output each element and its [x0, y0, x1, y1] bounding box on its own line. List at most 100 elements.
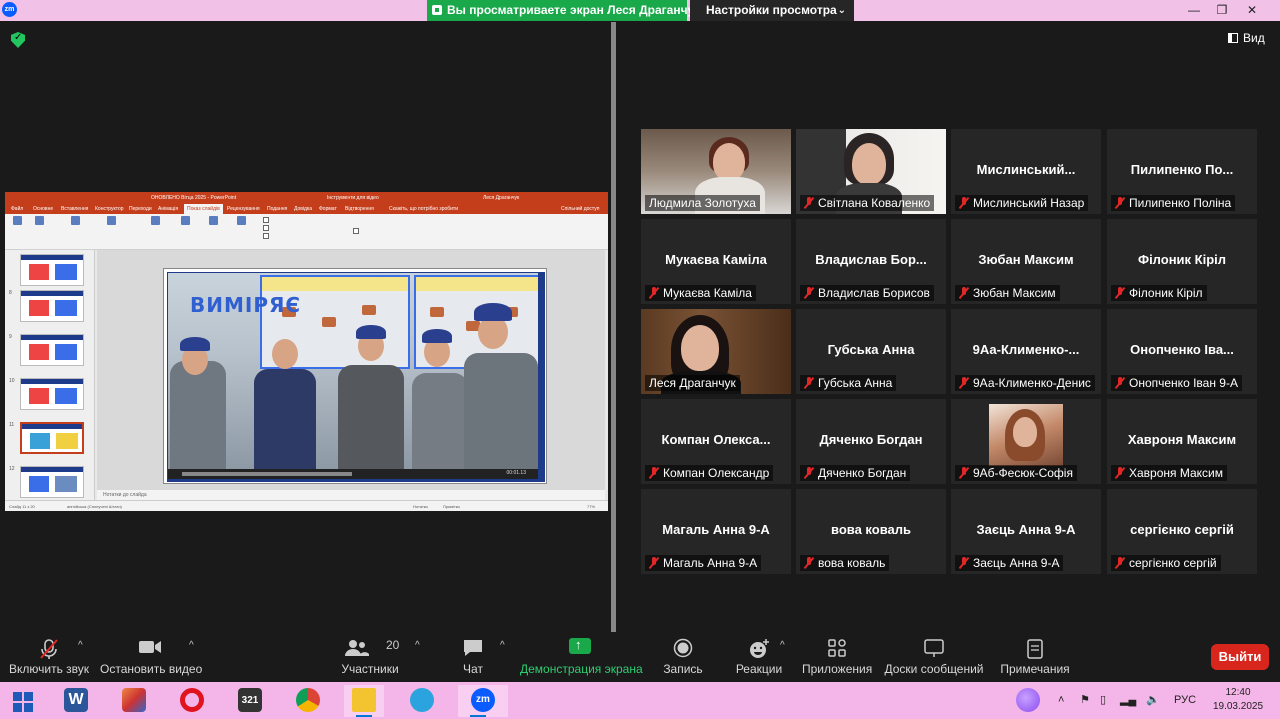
ppt-user: Леся Драганчук [483, 195, 520, 201]
thumb-image [29, 476, 49, 492]
taskbar-telegram[interactable] [402, 685, 442, 717]
participant-name-text: Мислинський Назар [973, 196, 1085, 210]
participant-tile[interactable]: Пилипенко По... Пилипенко Поліна [1107, 129, 1257, 214]
ribbon-icon [208, 216, 218, 225]
taskbar-media-player[interactable]: 321 [230, 685, 270, 717]
split-view-divider[interactable] [611, 22, 616, 632]
taskbar-opera[interactable] [172, 685, 212, 717]
participant-display-name: Зюбан Максим [978, 252, 1074, 267]
taskbar-paint[interactable] [114, 685, 154, 717]
tray-chevron-icon[interactable]: ˄ [1058, 682, 1064, 719]
apps-button[interactable]: Приложения [802, 632, 872, 682]
participant-tile[interactable]: Мукаєва Каміла Мукаєва Каміла [641, 219, 791, 304]
start-button[interactable] [2, 685, 42, 717]
audio-options-chevron-icon[interactable]: ^ [78, 640, 83, 651]
ribbon-icon [12, 216, 22, 225]
thumb-number: 9 [9, 334, 12, 340]
participant-tile[interactable]: Магаль Анна 9-А Магаль Анна 9-А [641, 489, 791, 574]
participant-display-name: 9Аа-Клименко-... [972, 342, 1080, 357]
slide-thumbnail [20, 334, 84, 366]
tray-battery-icon[interactable]: ▯ [1100, 682, 1106, 719]
participant-tile[interactable]: Заєць Анна 9-А Заєць Анна 9-А [951, 489, 1101, 574]
ribbon-button [231, 216, 251, 226]
thumb-header [22, 424, 82, 429]
whiteboards-button[interactable]: Доски сообщений [884, 632, 984, 682]
participants-options-chevron-icon[interactable]: ^ [415, 640, 420, 651]
participant-tile[interactable]: Мислинський... Мислинський Назар [951, 129, 1101, 214]
system-clock[interactable]: 12:40 19.03.2025 [1210, 686, 1266, 714]
record-button[interactable]: Запись [656, 632, 710, 682]
current-slide: ВИМІРЯЄ 00:01.13 [163, 268, 547, 484]
share-screen-button[interactable]: Демонстрация экрана [520, 632, 643, 682]
participant-tile[interactable]: Зюбан Максим Зюбан Максим [951, 219, 1101, 304]
notes-button[interactable]: Примечания [1000, 632, 1070, 682]
person-cap [356, 325, 386, 339]
taskbar-file-explorer[interactable] [344, 685, 384, 717]
leave-meeting-button[interactable]: Выйти [1211, 644, 1269, 670]
muted-mic-icon [1115, 557, 1125, 569]
reactions-options-chevron-icon[interactable]: ^ [780, 640, 785, 651]
security-shield-icon[interactable] [11, 32, 25, 48]
participant-tile[interactable]: Дяченко Богдан Дяченко Богдан [796, 399, 946, 484]
participants-button[interactable]: 20 Участники [338, 632, 402, 682]
minimize-button[interactable]: — [1180, 0, 1208, 21]
thumb-image [55, 344, 77, 360]
participant-tile[interactable]: Хавроня Максим Хавроня Максим [1107, 399, 1257, 484]
person-cap [422, 329, 452, 343]
chat-button[interactable]: Чат [446, 632, 500, 682]
muted-mic-icon [1115, 197, 1125, 209]
participant-tile[interactable]: Владислав Бор... Владислав Борисов [796, 219, 946, 304]
participant-tile[interactable]: Компан Олекса... Компан Олександр [641, 399, 791, 484]
thumb-image [55, 264, 77, 280]
ppt-status-zoom: 77% [587, 504, 596, 509]
keyboard-language[interactable]: РУС [1174, 682, 1196, 719]
ppt-menu-bar: Файл Основне Вставлення Конструктор Пере… [5, 204, 608, 214]
ppt-tools-tab: Інструменти для відео [327, 195, 379, 201]
slide-thumbnail [20, 290, 84, 322]
chat-options-chevron-icon[interactable]: ^ [500, 640, 505, 651]
stop-video-button[interactable]: Остановить видео [100, 632, 202, 682]
participant-display-name: Владислав Бор... [815, 252, 927, 267]
participant-name-text: Губська Анна [818, 376, 893, 390]
muted-mic-icon [804, 467, 814, 479]
reactions-button[interactable]: Реакции [732, 632, 786, 682]
participant-display-name: Пилипенко По... [1130, 162, 1234, 177]
taskbar-chrome[interactable] [288, 685, 328, 717]
video-options-chevron-icon[interactable]: ^ [189, 640, 194, 651]
whiteboards-label: Доски сообщений [884, 662, 984, 676]
participant-name-label: вова коваль [800, 555, 890, 571]
participant-tile[interactable]: 9Аб-Фесюк-Софія [951, 399, 1101, 484]
thumb-image [29, 344, 49, 360]
tray-network-icon[interactable]: ▂▄ [1120, 682, 1136, 719]
taskbar-assistant[interactable] [1008, 685, 1048, 717]
tray-flag-icon[interactable]: ⚑ [1080, 682, 1090, 719]
participant-tile[interactable]: 9Аа-Клименко-... 9Аа-Клименко-Денис [951, 309, 1101, 394]
ppt-status-notes: Нотатки [413, 504, 428, 509]
ppt-menu-item: Рецензування [227, 206, 260, 212]
taskbar-word[interactable]: W [56, 685, 96, 717]
muted-mic-icon [959, 557, 969, 569]
participant-tile[interactable]: Губська Анна Губська Анна [796, 309, 946, 394]
close-button[interactable]: ✕ [1238, 0, 1266, 21]
view-button[interactable]: Вид [1228, 31, 1265, 45]
participant-tile[interactable]: Людмила Золотуха [641, 129, 791, 214]
zoom-app-icon: zm [471, 688, 495, 712]
poster-part [322, 317, 336, 327]
maximize-button[interactable]: ❐ [1208, 0, 1236, 21]
participant-tile[interactable]: Онопченко Іва... Онопченко Іван 9-А [1107, 309, 1257, 394]
meeting-toolbar: Включить звук ^ Остановить видео ^ 20 Уч… [0, 632, 1280, 682]
participant-name-text: Владислав Борисов [818, 286, 930, 300]
participant-tile[interactable]: сергієнко сергій сергієнко сергій [1107, 489, 1257, 574]
notes-icon [1027, 639, 1043, 659]
participant-name-label: Мислинський Назар [955, 195, 1089, 211]
view-settings-label: Настройки просмотра [706, 3, 837, 17]
tray-volume-icon[interactable]: 🔈 [1146, 682, 1160, 719]
screen-share-notice: Вы просматриваете экран Леся Драганчук [427, 0, 700, 21]
participant-name-text: Хавроня Максим [1129, 466, 1224, 480]
participant-tile[interactable]: Філоник Кіріл Філоник Кіріл [1107, 219, 1257, 304]
taskbar-zoom[interactable]: zm [458, 685, 508, 717]
view-settings-button[interactable]: Настройки просмотра ⌄ [690, 0, 854, 21]
participant-tile[interactable]: Світлана Коваленко [796, 129, 946, 214]
participant-tile[interactable]: Леся Драганчук [641, 309, 791, 394]
participant-tile[interactable]: вова коваль вова коваль [796, 489, 946, 574]
